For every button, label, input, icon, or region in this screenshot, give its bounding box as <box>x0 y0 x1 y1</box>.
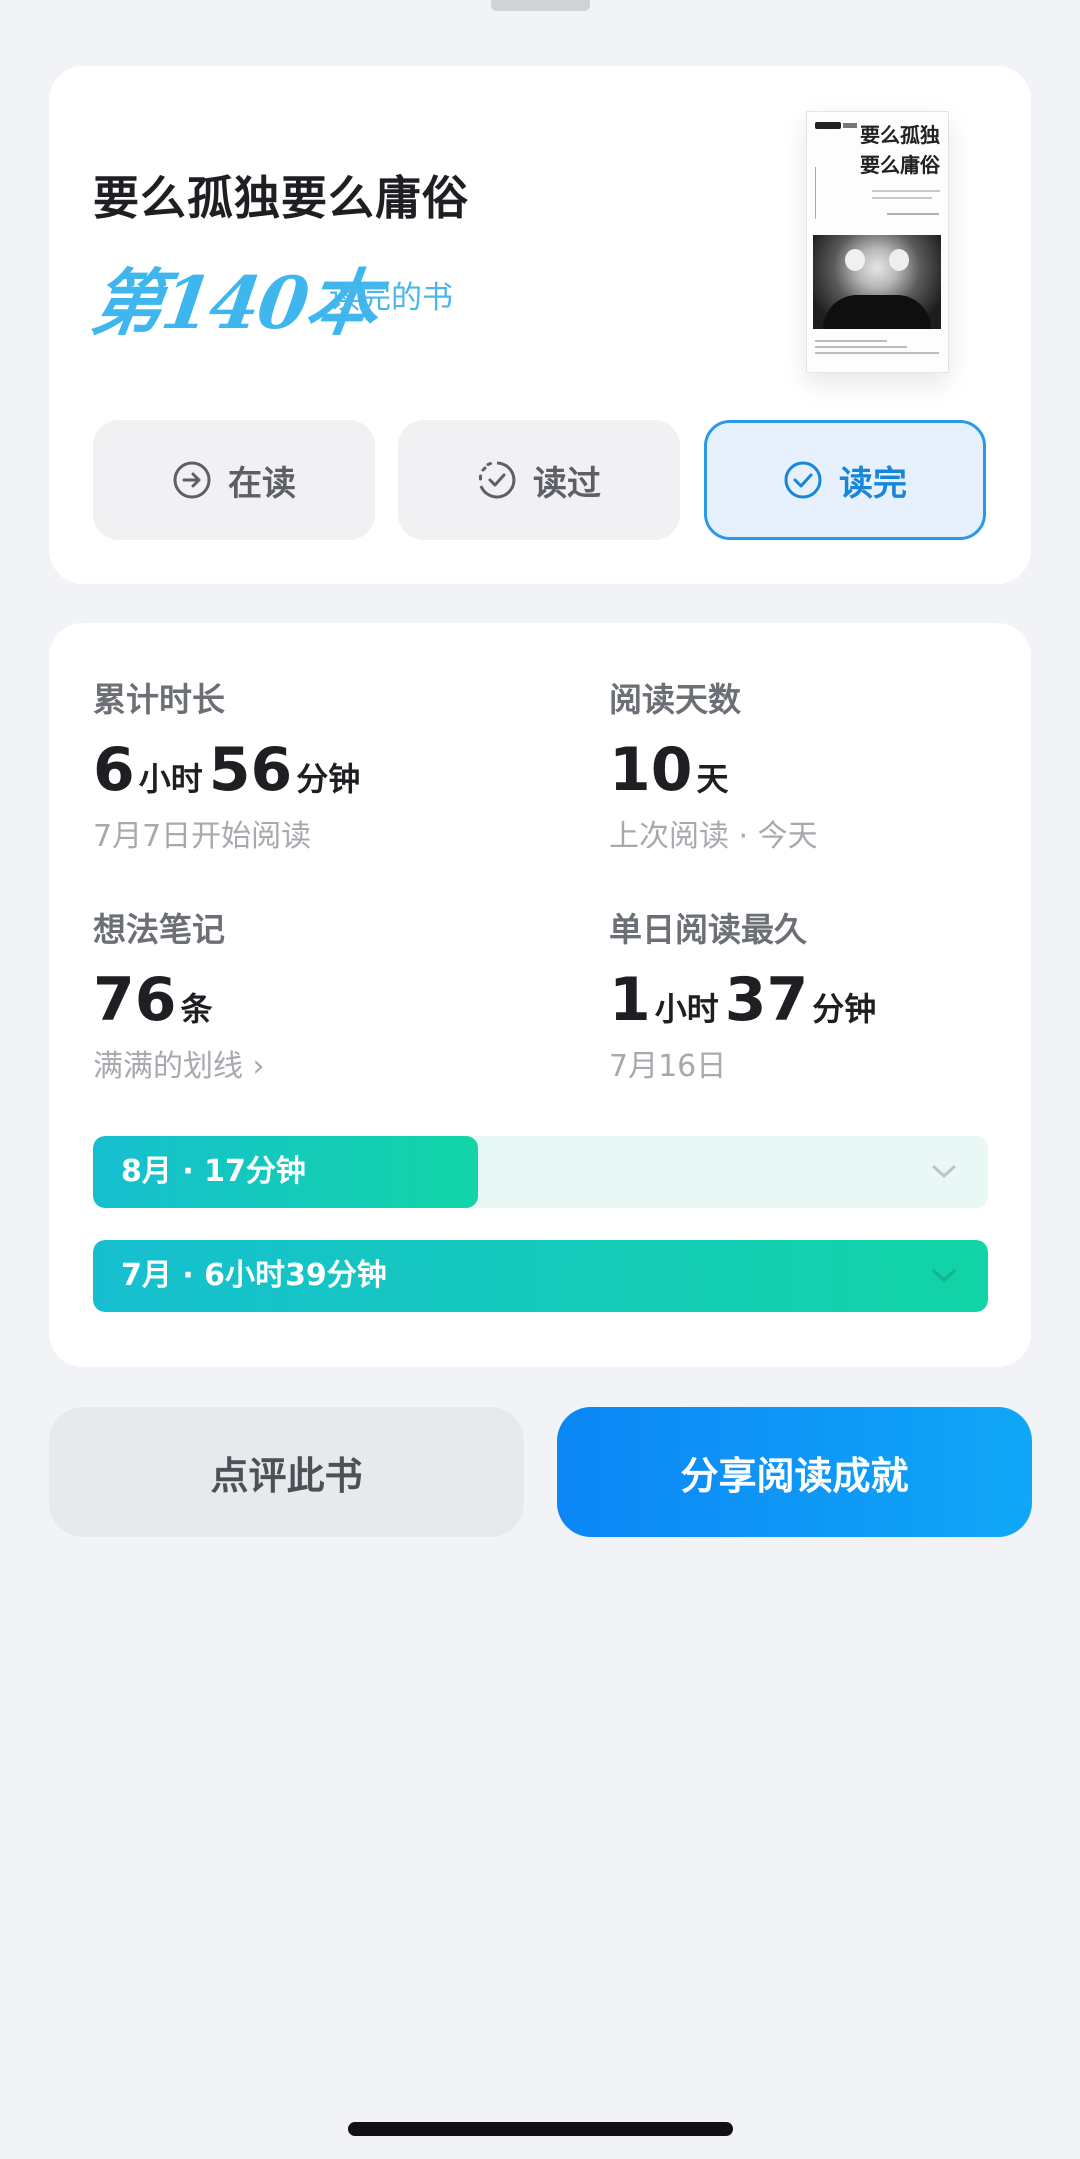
stat-total-time-value: 6 小时 56 分钟 <box>93 735 366 805</box>
stat-reading-days: 阅读天数 10 天 上次阅读 · 今天 <box>609 673 818 855</box>
stat-notes: 想法笔记 76 条 满满的划线 › <box>93 903 265 1085</box>
stat-notes-value: 76 条 <box>93 965 265 1035</box>
total-hours: 6 <box>93 735 135 805</box>
notes-count: 76 <box>93 965 177 1035</box>
share-achievement-button[interactable]: 分享阅读成就 <box>557 1407 1032 1537</box>
cover-foot-text <box>815 352 939 354</box>
minutes-unit: 分钟 <box>812 990 877 1028</box>
days-count: 10 <box>609 735 693 805</box>
days-unit: 天 <box>696 760 729 798</box>
status-reading-button[interactable]: 在读 <box>93 420 375 540</box>
portrait-coat <box>823 295 931 329</box>
month-row-august[interactable]: 8月 · 17分钟 <box>93 1136 988 1208</box>
stat-notes-label: 想法笔记 <box>93 910 225 949</box>
status-read-label: 读过 <box>533 463 601 504</box>
portrait-hair-left <box>845 249 865 271</box>
arrow-circle-right-icon <box>173 461 211 499</box>
cover-portrait <box>813 235 941 329</box>
stat-longest-date: 7月16日 <box>609 1049 727 1084</box>
reading-stats-card: 累计时长 6 小时 56 分钟 7月7日开始阅读 阅读天数 10 天 上次阅读 · 今天… <box>49 623 1031 1367</box>
sheet-grab-handle[interactable] <box>491 0 590 11</box>
status-finished-button[interactable]: 读完 <box>704 420 986 540</box>
status-reading-label: 在读 <box>228 463 296 504</box>
hours-unit: 小时 <box>138 760 203 798</box>
status-finished-label: 读完 <box>839 463 907 504</box>
status-read-button[interactable]: 读过 <box>398 420 680 540</box>
total-minutes: 56 <box>208 735 293 805</box>
month-row-july[interactable]: 7月 · 6小时39分钟 <box>93 1240 988 1312</box>
check-circle-icon <box>784 461 822 499</box>
stat-total-time: 累计时长 6 小时 56 分钟 7月7日开始阅读 <box>93 673 366 855</box>
cover-foot-text <box>815 346 907 348</box>
notes-unit: 条 <box>180 990 213 1028</box>
stat-total-time-label: 累计时长 <box>93 680 225 719</box>
chevron-down-icon <box>932 1269 956 1282</box>
cover-foot-text <box>815 340 887 342</box>
chevron-down-icon <box>932 1165 956 1178</box>
stat-longest-day-label: 单日阅读最久 <box>609 910 807 949</box>
cover-rule <box>815 167 816 219</box>
stat-reading-days-value: 10 天 <box>609 735 818 805</box>
cover-author <box>887 213 939 215</box>
review-book-button[interactable]: 点评此书 <box>49 1407 524 1537</box>
dashed-check-circle-icon <box>479 461 516 499</box>
cover-fine-print <box>872 190 940 192</box>
longest-minutes: 37 <box>724 965 809 1035</box>
book-cover[interactable]: 要么孤独 要么庸俗 <box>806 111 949 373</box>
cover-title-line2: 要么庸俗 <box>860 153 940 177</box>
home-indicator <box>348 2122 733 2136</box>
book-title: 要么孤独要么庸俗 <box>93 171 469 225</box>
stat-reading-days-label: 阅读天数 <box>609 680 741 719</box>
cover-fine-print <box>872 197 932 199</box>
book-card: 要么孤独要么庸俗 第140本 读完的书 要么孤独 要么庸俗 在读 读过 读完 <box>49 66 1031 584</box>
stat-longest-day-value: 1 小时 37 分钟 <box>609 965 882 1035</box>
hours-unit: 小时 <box>654 990 719 1028</box>
month-label: 8月 · 17分钟 <box>121 1154 306 1189</box>
stat-start-date: 7月7日开始阅读 <box>93 819 312 854</box>
minutes-unit: 分钟 <box>296 760 361 798</box>
cover-title-line1: 要么孤独 <box>860 123 940 147</box>
longest-hours: 1 <box>609 965 651 1035</box>
month-label: 7月 · 6小时39分钟 <box>121 1258 387 1293</box>
portrait-hair-right <box>889 249 909 271</box>
stat-longest-day: 单日阅读最久 1 小时 37 分钟 7月16日 <box>609 903 882 1085</box>
finished-rank-label: 读完的书 <box>329 280 453 316</box>
stat-last-read: 上次阅读 · 今天 <box>609 819 818 854</box>
highlights-link[interactable]: 满满的划线 › <box>93 1041 265 1085</box>
cover-title: 要么孤独 要么庸俗 <box>836 120 940 180</box>
